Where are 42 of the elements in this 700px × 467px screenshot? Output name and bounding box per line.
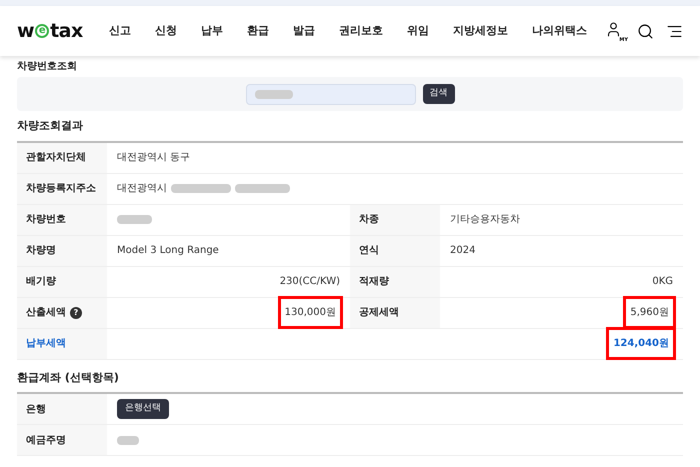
section-title: 차량조회결과 — [17, 118, 84, 134]
field-label: 적재량 — [359, 275, 389, 289]
nav-menu-item[interactable]: 환급 — [246, 22, 269, 40]
value-text: 기타승용자동차 — [450, 213, 520, 227]
field-label: 차량명 — [26, 244, 56, 258]
field-label: 은행 — [26, 402, 46, 416]
value-text: 0KG — [652, 275, 673, 289]
field-label: 예금주명 — [26, 434, 66, 448]
value-text: 124,040원 — [609, 330, 673, 357]
section-title: 차량번호조회 — [17, 60, 78, 74]
search-icon[interactable] — [637, 22, 654, 40]
nav-menu-item[interactable]: 신청 — [154, 22, 177, 40]
redacted-block — [117, 436, 139, 444]
field-label: 공제세액 — [359, 306, 399, 320]
value-text: 대전광역시 동구 — [117, 151, 190, 165]
search-button[interactable]: 검색 — [422, 84, 454, 104]
value-text: Model 3 Long Range — [117, 244, 219, 258]
wetax-logo[interactable]: w e tax — [17, 16, 83, 46]
value-text: 대전광역시 — [117, 182, 167, 196]
value-text: 130,000원 — [280, 299, 340, 326]
nav-menu-item[interactable]: 발급 — [292, 22, 315, 40]
nav-menu-item[interactable]: 위임 — [406, 22, 429, 40]
field-label: 배기량 — [26, 275, 56, 289]
field-label: 산출세액 — [26, 306, 66, 320]
bank-select-button[interactable]: 은행선택 — [117, 399, 169, 419]
field-label: 차종 — [359, 213, 379, 227]
vehicle-number-field[interactable] — [246, 84, 416, 104]
value-text: 230(CC/KW) — [280, 275, 340, 289]
nav-menu-item[interactable]: 권리보호 — [338, 22, 383, 40]
value-text: 2024 — [450, 244, 476, 258]
nav-menu-item[interactable]: 지방세정보 — [452, 22, 508, 40]
nav-menu-item[interactable]: 신고 — [108, 22, 131, 40]
nav-menu-item[interactable]: 납부 — [200, 22, 223, 40]
value-text: 5,960원 — [626, 299, 673, 326]
field-label: 관할자치단체 — [26, 151, 86, 165]
help-icon[interactable]: ? — [70, 306, 82, 318]
section-title: 환급계좌 (선택항목) — [17, 370, 120, 386]
field-label: 차량등록지주소 — [26, 182, 96, 196]
field-label: 납부세액 — [26, 337, 66, 351]
nav-menu-item[interactable]: 나의위택스 — [532, 22, 587, 40]
field-label: 연식 — [359, 244, 379, 258]
field-label: 차량번호 — [26, 213, 66, 227]
